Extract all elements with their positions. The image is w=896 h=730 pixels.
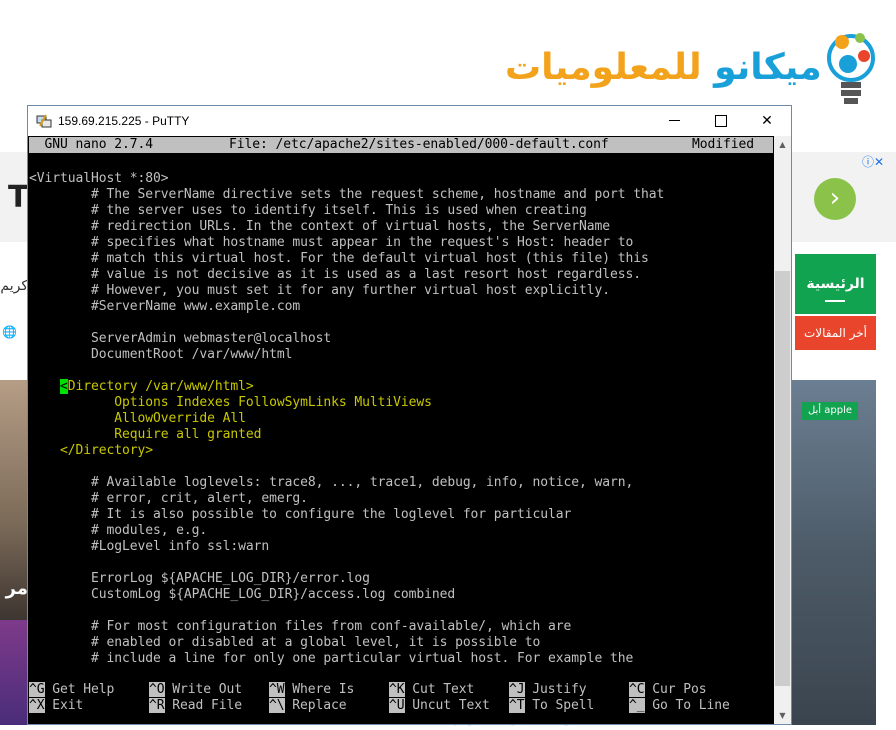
logo-text-part-b: للمعلوميات xyxy=(505,47,702,88)
window-title: 159.69.215.225 - PuTTY xyxy=(58,114,190,128)
article-image-right[interactable] xyxy=(792,380,876,725)
editor-line: # the server uses to identify itself. Th… xyxy=(29,203,587,218)
nano-version: GNU nano 2.7.4 xyxy=(29,137,153,152)
nano-filename: File: /etc/apache2/sites-enabled/000-def… xyxy=(229,137,609,152)
ad-left-text: T xyxy=(8,180,29,215)
editor-line: # However, you must set it for any furth… xyxy=(29,283,611,298)
text-cursor: < xyxy=(60,379,68,394)
shortcut-label: Replace xyxy=(284,698,347,713)
left-nav-partial-text[interactable]: كريم xyxy=(0,272,28,300)
shortcut-item: ^K Cut Text xyxy=(389,682,474,698)
shortcut-key: ^_ xyxy=(629,698,645,713)
editor-line: # Available loglevels: trace8, ..., trac… xyxy=(29,475,634,490)
ad-arrow-button[interactable]: › xyxy=(814,178,856,220)
shortcut-key: ^W xyxy=(269,682,285,697)
putty-window[interactable]: 159.69.215.225 - PuTTY ✕ GNU nano 2.7.4 … xyxy=(27,105,792,725)
scroll-down-icon[interactable]: ▼ xyxy=(774,707,791,724)
editor-line: AllowOverride All xyxy=(29,411,246,426)
article-image-left-bottom[interactable] xyxy=(0,620,28,725)
shortcut-key: ^G xyxy=(29,682,45,697)
editor-line: # value is not decisive as it is used as… xyxy=(29,267,641,282)
nav-latest-articles-link[interactable]: أخر المقالات xyxy=(795,316,876,350)
scroll-up-icon[interactable]: ▲ xyxy=(774,136,791,153)
editor-line: # It is also possible to configure the l… xyxy=(29,507,572,522)
window-titlebar[interactable]: 159.69.215.225 - PuTTY ✕ xyxy=(28,106,791,136)
editor-line: Options Indexes FollowSymLinks MultiView… xyxy=(29,395,432,410)
shortcut-label: Where Is xyxy=(284,682,355,697)
shortcut-item: ^O Write Out xyxy=(149,682,242,698)
lightbulb-gear-icon xyxy=(827,33,875,104)
shortcut-key: ^O xyxy=(149,682,165,697)
shortcut-key: ^U xyxy=(389,698,405,713)
shortcut-key: ^R xyxy=(149,698,165,713)
shortcut-label: Justify xyxy=(524,682,587,697)
editor-line: # For most configuration files from conf… xyxy=(29,619,572,634)
shortcut-label: Cut Text xyxy=(404,682,475,697)
editor-line: # modules, e.g. xyxy=(29,523,208,538)
shortcut-item: ^U Uncut Text xyxy=(389,698,490,714)
shortcut-item: ^_ Go To Line xyxy=(629,698,730,714)
nav-home-link[interactable]: الرئيسية xyxy=(795,254,876,314)
article-title-left[interactable]: مر أ xyxy=(0,572,28,606)
shortcut-label: Exit xyxy=(44,698,84,713)
ad-info-icon[interactable]: ⓘ✕ xyxy=(862,154,890,170)
shortcut-key: ^K xyxy=(389,682,405,697)
shortcut-item: ^X Exit xyxy=(29,698,83,714)
editor-line: # enabled or disabled at a global level,… xyxy=(29,635,541,650)
nano-modified-status: Modified xyxy=(692,137,754,152)
nav-home-underline xyxy=(825,300,845,302)
vertical-scrollbar[interactable]: ▲ ▼ xyxy=(774,136,791,724)
editor-line: <Directory /var/www/html> xyxy=(29,379,254,395)
globe-icon[interactable]: 🌐 xyxy=(2,325,17,339)
shortcut-item: ^G Get Help xyxy=(29,682,114,698)
shortcut-key: ^X xyxy=(29,698,45,713)
shortcut-key: ^T xyxy=(509,698,525,713)
shortcut-label: Write Out xyxy=(164,682,242,697)
close-button[interactable]: ✕ xyxy=(744,106,790,136)
editor-line: # match this virtual host. For the defau… xyxy=(29,251,649,266)
shortcut-key: ^J xyxy=(509,682,525,697)
shortcut-label: Go To Line xyxy=(644,698,730,713)
editor-line: DocumentRoot /var/www/html xyxy=(29,347,293,362)
shortcut-label: Uncut Text xyxy=(404,698,490,713)
minimize-icon xyxy=(669,120,680,121)
putty-app-icon xyxy=(36,114,52,128)
shortcut-label: To Spell xyxy=(524,698,595,713)
logo-text-part-a: ميكانو xyxy=(714,47,822,88)
editor-line: # The ServerName directive sets the requ… xyxy=(29,187,665,202)
maximize-icon xyxy=(715,115,727,127)
editor-line: #LogLevel info ssl:warn xyxy=(29,539,270,554)
editor-line: Require all granted xyxy=(29,427,262,442)
shortcut-item: ^W Where Is xyxy=(269,682,354,698)
editor-line: ServerAdmin webmaster@localhost xyxy=(29,331,332,346)
editor-line: ErrorLog ${APACHE_LOG_DIR}/error.log xyxy=(29,571,370,586)
shortcut-label: Cur Pos xyxy=(644,682,707,697)
editor-line: # error, crit, alert, emerg. xyxy=(29,491,308,506)
shortcut-item: ^C Cur Pos xyxy=(629,682,707,698)
editor-line: # redirection URLs. In the context of vi… xyxy=(29,219,611,234)
editor-line: # specifies what hostname must appear in… xyxy=(29,235,634,250)
minimize-button[interactable] xyxy=(652,106,698,136)
nano-header-bar: GNU nano 2.7.4 File: /etc/apache2/sites-… xyxy=(29,137,773,153)
editor-line-text: Directory /var/www/html> xyxy=(67,379,254,394)
shortcut-item: ^T To Spell xyxy=(509,698,594,714)
editor-line: # include a line for only one particular… xyxy=(29,651,634,666)
editor-line: #ServerName www.example.com xyxy=(29,299,301,314)
scrollbar-thumb[interactable] xyxy=(775,271,790,686)
editor-line: <VirtualHost *:80> xyxy=(29,171,169,186)
shortcut-key: ^C xyxy=(629,682,645,697)
shortcut-label: Get Help xyxy=(44,682,115,697)
shortcut-item: ^J Justify xyxy=(509,682,587,698)
site-logo-text[interactable]: ميكانو للمعلوميات xyxy=(505,42,822,94)
shortcut-item: ^\ Replace xyxy=(269,698,347,714)
category-badge-apple[interactable]: أبل apple xyxy=(802,402,858,420)
shortcut-item: ^R Read File xyxy=(149,698,242,714)
shortcut-label: Read File xyxy=(164,698,242,713)
editor-line: </Directory> xyxy=(29,443,153,458)
editor-line: CustomLog ${APACHE_LOG_DIR}/access.log c… xyxy=(29,587,456,602)
maximize-button[interactable] xyxy=(698,106,744,136)
shortcut-key: ^\ xyxy=(269,698,285,713)
terminal-area[interactable]: GNU nano 2.7.4 File: /etc/apache2/sites-… xyxy=(28,136,774,724)
